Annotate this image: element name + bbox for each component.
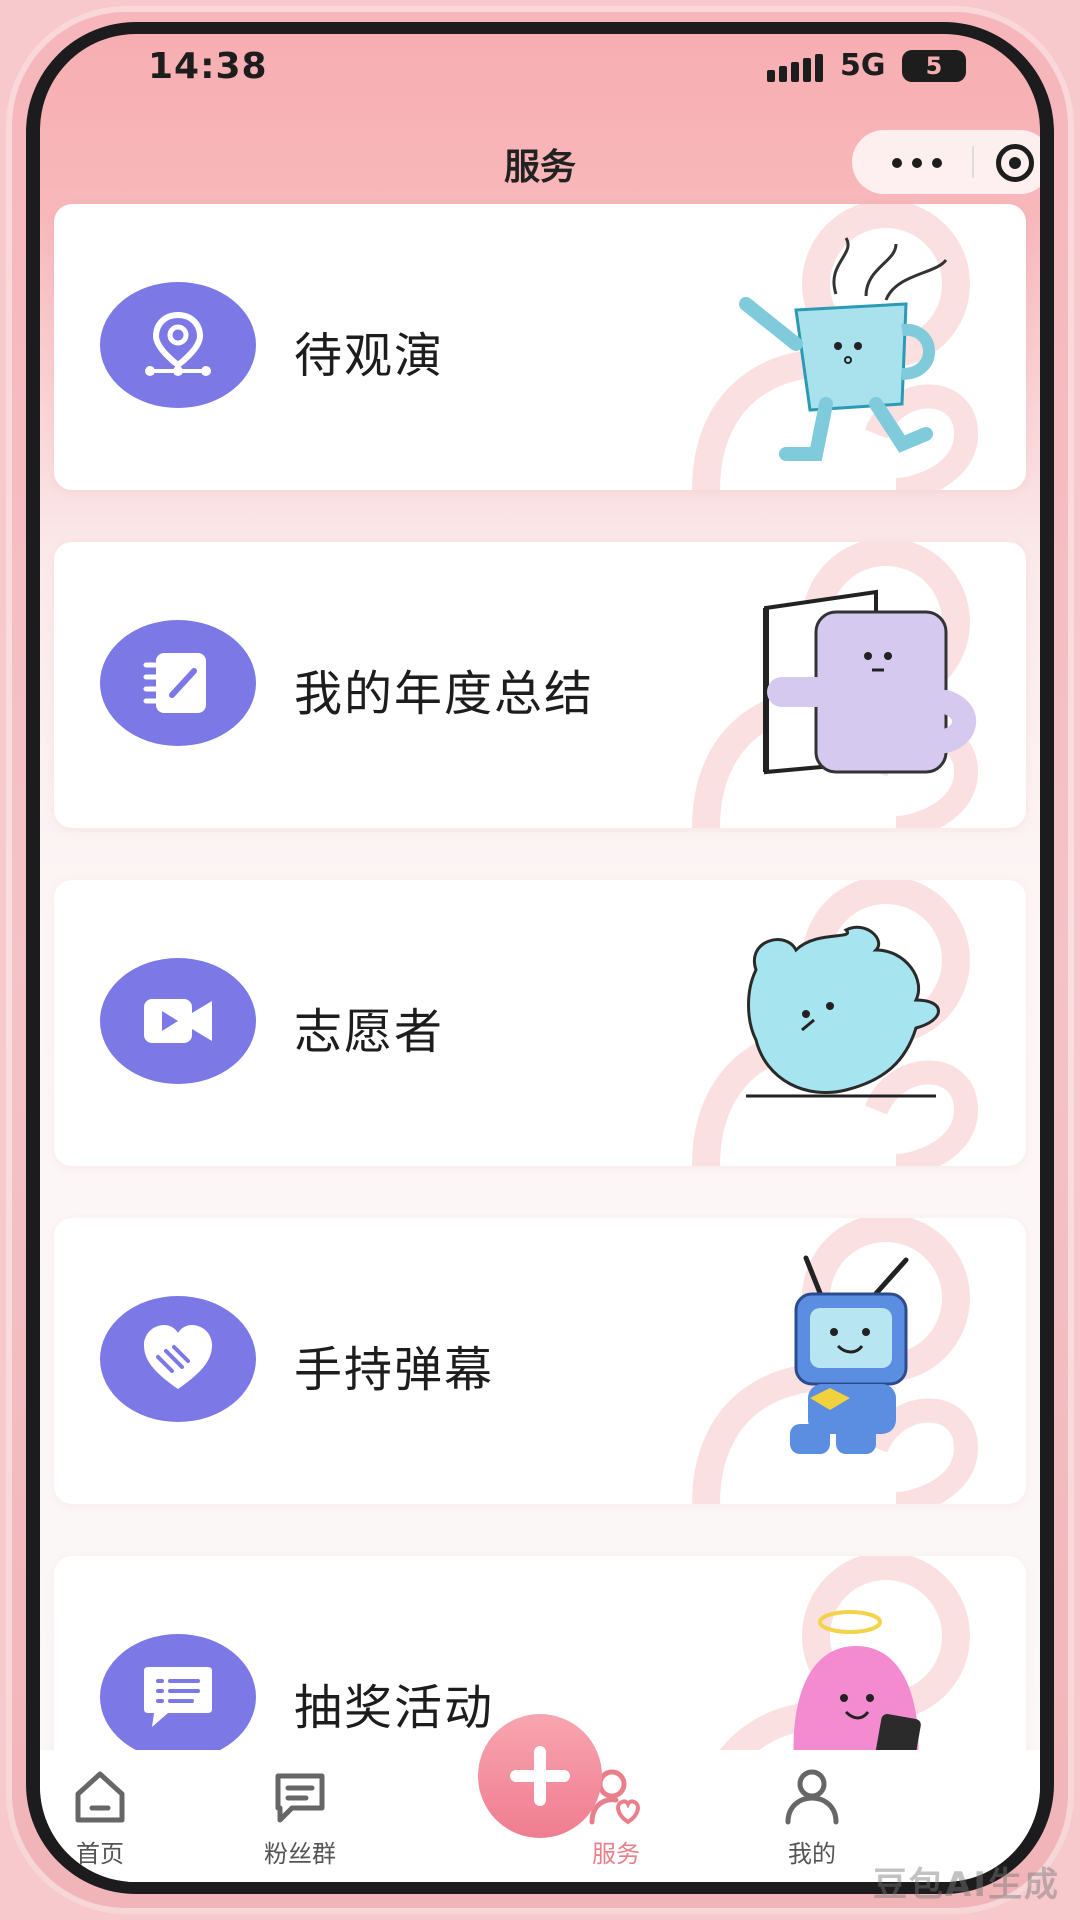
tab-home[interactable]: 首页 [40, 1760, 160, 1870]
tab-label: 服务 [592, 1840, 640, 1868]
nav-bar: 服务 [40, 130, 1040, 210]
notebook-pen-icon [100, 620, 256, 746]
tab-label: 我的 [788, 1840, 836, 1868]
cyan-cup-mascot [739, 237, 948, 461]
service-card-annual-summary[interactable]: 我的年度总结 [54, 542, 1026, 828]
heart-handshake-icon [100, 1296, 256, 1422]
tab-mine[interactable]: 我的 [752, 1760, 872, 1870]
plus-icon[interactable] [478, 1714, 602, 1838]
capsule-divider [972, 146, 974, 178]
tab-label: 粉丝群 [264, 1840, 336, 1868]
status-bar: 14:38 5G 5 [40, 34, 1040, 114]
chat-lines-icon [275, 1773, 325, 1823]
card-label: 我的年度总结 [294, 666, 595, 722]
video-camera-icon [100, 958, 256, 1084]
service-card-pending-shows[interactable]: 待观演 [54, 204, 1026, 490]
more-dots-icon[interactable] [892, 158, 942, 168]
home-icon [75, 1771, 125, 1823]
card-label: 手持弹幕 [294, 1342, 495, 1398]
signal-icon [767, 54, 823, 82]
lavender-door-mascot [763, 589, 977, 775]
service-card-handheld-danmaku[interactable]: 手持弹幕 [54, 1218, 1026, 1504]
status-time: 14:38 [148, 46, 268, 87]
service-card-volunteer[interactable]: 志愿者 [54, 880, 1026, 1166]
card-label: 志愿者 [294, 1004, 445, 1060]
card-label: 待观演 [294, 328, 445, 384]
network-type: 5G [840, 48, 886, 83]
card-label: 抽奖活动 [294, 1680, 495, 1736]
battery-icon: 5 [902, 50, 966, 82]
location-pin-icon [100, 282, 256, 408]
mini-program-capsule [852, 130, 1040, 194]
app-screen: 14:38 5G 5 服务 待观演 我的年度总结 志愿者 手持弹幕 抽奖活动 首… [40, 34, 1040, 1882]
blue-tv-mascot [790, 1255, 909, 1454]
tab-fan-group[interactable]: 粉丝群 [240, 1760, 360, 1870]
tab-label: 首页 [76, 1840, 124, 1868]
cyan-handstand-mascot [746, 925, 940, 1098]
user-icon [785, 1769, 839, 1825]
chat-bubble-icon [100, 1634, 256, 1760]
target-icon[interactable] [996, 144, 1034, 182]
watermark-text: 豆包AI生成 [873, 1865, 1060, 1905]
